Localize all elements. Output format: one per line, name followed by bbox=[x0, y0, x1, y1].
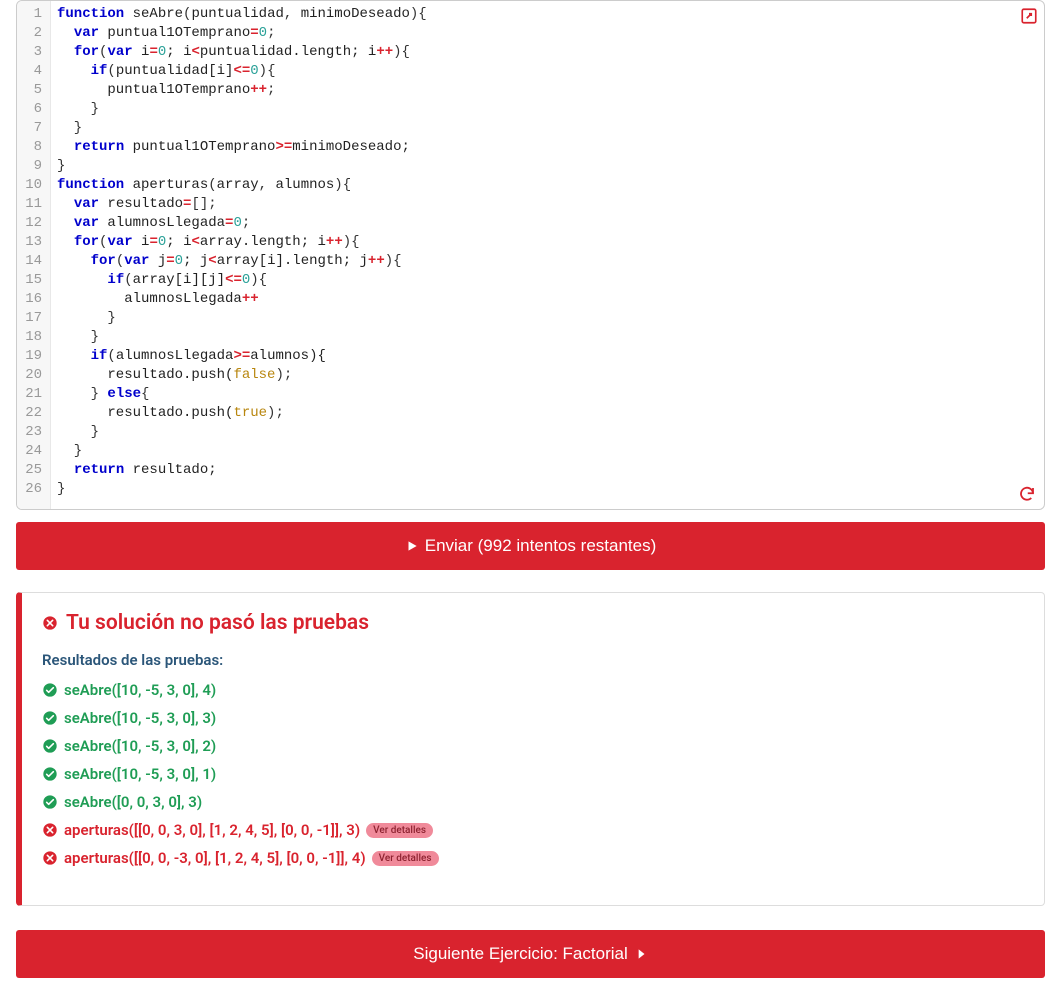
test-result: seAbre([0, 0, 3, 0], 3) bbox=[42, 793, 1024, 811]
check-circle-icon bbox=[42, 710, 58, 726]
chevron-right-icon bbox=[634, 947, 648, 961]
code-line[interactable]: if(array[i][j]<=0){ bbox=[57, 271, 1036, 290]
line-number: 7 bbox=[21, 119, 44, 138]
results-subheader: Resultados de las pruebas: bbox=[42, 651, 1024, 669]
line-number: 3 bbox=[21, 43, 44, 62]
test-result: seAbre([10, -5, 3, 0], 4) bbox=[42, 681, 1024, 699]
code-line[interactable]: return puntual1OTemprano>=minimoDeseado; bbox=[57, 138, 1036, 157]
check-circle-icon bbox=[42, 682, 58, 698]
line-number: 14 bbox=[21, 252, 44, 271]
test-text: seAbre([10, -5, 3, 0], 4) bbox=[64, 681, 216, 699]
line-number: 22 bbox=[21, 404, 44, 423]
test-text: aperturas([[0, 0, 3, 0], [1, 2, 4, 5], [… bbox=[64, 821, 360, 839]
line-number: 8 bbox=[21, 138, 44, 157]
play-icon bbox=[405, 539, 419, 553]
code-line[interactable]: return resultado; bbox=[57, 461, 1036, 480]
code-line[interactable]: } bbox=[57, 480, 1036, 499]
x-circle-icon bbox=[42, 822, 58, 838]
line-number: 19 bbox=[21, 347, 44, 366]
code-line[interactable]: for(var i=0; i<puntualidad.length; i++){ bbox=[57, 43, 1036, 62]
check-circle-icon bbox=[42, 766, 58, 782]
test-text: aperturas([[0, 0, -3, 0], [1, 2, 4, 5], … bbox=[64, 849, 366, 867]
submit-label: Enviar (992 intentos restantes) bbox=[425, 536, 657, 556]
code-line[interactable]: alumnosLlegada++ bbox=[57, 290, 1036, 309]
code-line[interactable]: var resultado=[]; bbox=[57, 195, 1036, 214]
line-number: 2 bbox=[21, 24, 44, 43]
line-number: 20 bbox=[21, 366, 44, 385]
code-editor[interactable]: 1234567891011121314151617181920212223242… bbox=[16, 0, 1045, 510]
code-line[interactable]: } bbox=[57, 100, 1036, 119]
test-text: seAbre([10, -5, 3, 0], 1) bbox=[64, 765, 216, 783]
view-details-badge[interactable]: Ver detalles bbox=[372, 851, 439, 866]
submit-button[interactable]: Enviar (992 intentos restantes) bbox=[16, 522, 1045, 570]
code-line[interactable]: resultado.push(true); bbox=[57, 404, 1036, 423]
test-result: aperturas([[0, 0, 3, 0], [1, 2, 4, 5], [… bbox=[42, 821, 1024, 839]
line-number: 26 bbox=[21, 480, 44, 499]
line-number: 13 bbox=[21, 233, 44, 252]
code-line[interactable]: function seAbre(puntualidad, minimoDesea… bbox=[57, 5, 1036, 24]
line-number: 12 bbox=[21, 214, 44, 233]
results-panel: Tu solución no pasó las pruebas Resultad… bbox=[16, 592, 1045, 906]
line-number: 4 bbox=[21, 62, 44, 81]
x-circle-icon bbox=[42, 850, 58, 866]
view-details-badge[interactable]: Ver detalles bbox=[366, 823, 433, 838]
code-line[interactable]: } bbox=[57, 423, 1036, 442]
code-line[interactable]: if(puntualidad[i]<=0){ bbox=[57, 62, 1036, 81]
reset-icon[interactable] bbox=[1018, 485, 1036, 503]
line-number: 9 bbox=[21, 157, 44, 176]
test-list: seAbre([10, -5, 3, 0], 4) seAbre([10, -5,… bbox=[42, 681, 1024, 867]
line-number: 24 bbox=[21, 442, 44, 461]
line-number: 23 bbox=[21, 423, 44, 442]
next-exercise-button[interactable]: Siguiente Ejercicio: Factorial bbox=[16, 930, 1045, 978]
line-number: 17 bbox=[21, 309, 44, 328]
code-line[interactable]: for(var j=0; j<array[i].length; j++){ bbox=[57, 252, 1036, 271]
line-number: 16 bbox=[21, 290, 44, 309]
test-text: seAbre([10, -5, 3, 0], 2) bbox=[64, 737, 216, 755]
code-line[interactable]: var puntual1OTemprano=0; bbox=[57, 24, 1036, 43]
line-number: 15 bbox=[21, 271, 44, 290]
code-line[interactable]: resultado.push(false); bbox=[57, 366, 1036, 385]
code-line[interactable]: } bbox=[57, 157, 1036, 176]
line-number: 25 bbox=[21, 461, 44, 480]
check-circle-icon bbox=[42, 738, 58, 754]
fullscreen-icon[interactable] bbox=[1020, 7, 1038, 25]
line-gutter: 1234567891011121314151617181920212223242… bbox=[17, 1, 51, 509]
code-line[interactable]: } bbox=[57, 328, 1036, 347]
test-result: seAbre([10, -5, 3, 0], 3) bbox=[42, 709, 1024, 727]
code-line[interactable]: function aperturas(array, alumnos){ bbox=[57, 176, 1036, 195]
code-line[interactable]: var alumnosLlegada=0; bbox=[57, 214, 1036, 233]
code-line[interactable]: } bbox=[57, 119, 1036, 138]
line-number: 5 bbox=[21, 81, 44, 100]
line-number: 21 bbox=[21, 385, 44, 404]
line-number: 6 bbox=[21, 100, 44, 119]
code-content[interactable]: function seAbre(puntualidad, minimoDesea… bbox=[51, 1, 1044, 509]
line-number: 10 bbox=[21, 176, 44, 195]
test-result: seAbre([10, -5, 3, 0], 2) bbox=[42, 737, 1024, 755]
check-circle-icon bbox=[42, 794, 58, 810]
code-line[interactable]: } else{ bbox=[57, 385, 1036, 404]
fail-icon bbox=[42, 615, 58, 631]
next-label: Siguiente Ejercicio: Factorial bbox=[413, 944, 627, 964]
code-line[interactable]: } bbox=[57, 309, 1036, 328]
code-line[interactable]: } bbox=[57, 442, 1036, 461]
code-line[interactable]: if(alumnosLlegada>=alumnos){ bbox=[57, 347, 1036, 366]
code-line[interactable]: for(var i=0; i<array.length; i++){ bbox=[57, 233, 1036, 252]
test-result: aperturas([[0, 0, -3, 0], [1, 2, 4, 5], … bbox=[42, 849, 1024, 867]
test-result: seAbre([10, -5, 3, 0], 1) bbox=[42, 765, 1024, 783]
code-line[interactable]: puntual1OTemprano++; bbox=[57, 81, 1036, 100]
test-text: seAbre([0, 0, 3, 0], 3) bbox=[64, 793, 202, 811]
line-number: 11 bbox=[21, 195, 44, 214]
results-header: Tu solución no pasó las pruebas bbox=[66, 611, 369, 635]
line-number: 18 bbox=[21, 328, 44, 347]
test-text: seAbre([10, -5, 3, 0], 3) bbox=[64, 709, 216, 727]
line-number: 1 bbox=[21, 5, 44, 24]
